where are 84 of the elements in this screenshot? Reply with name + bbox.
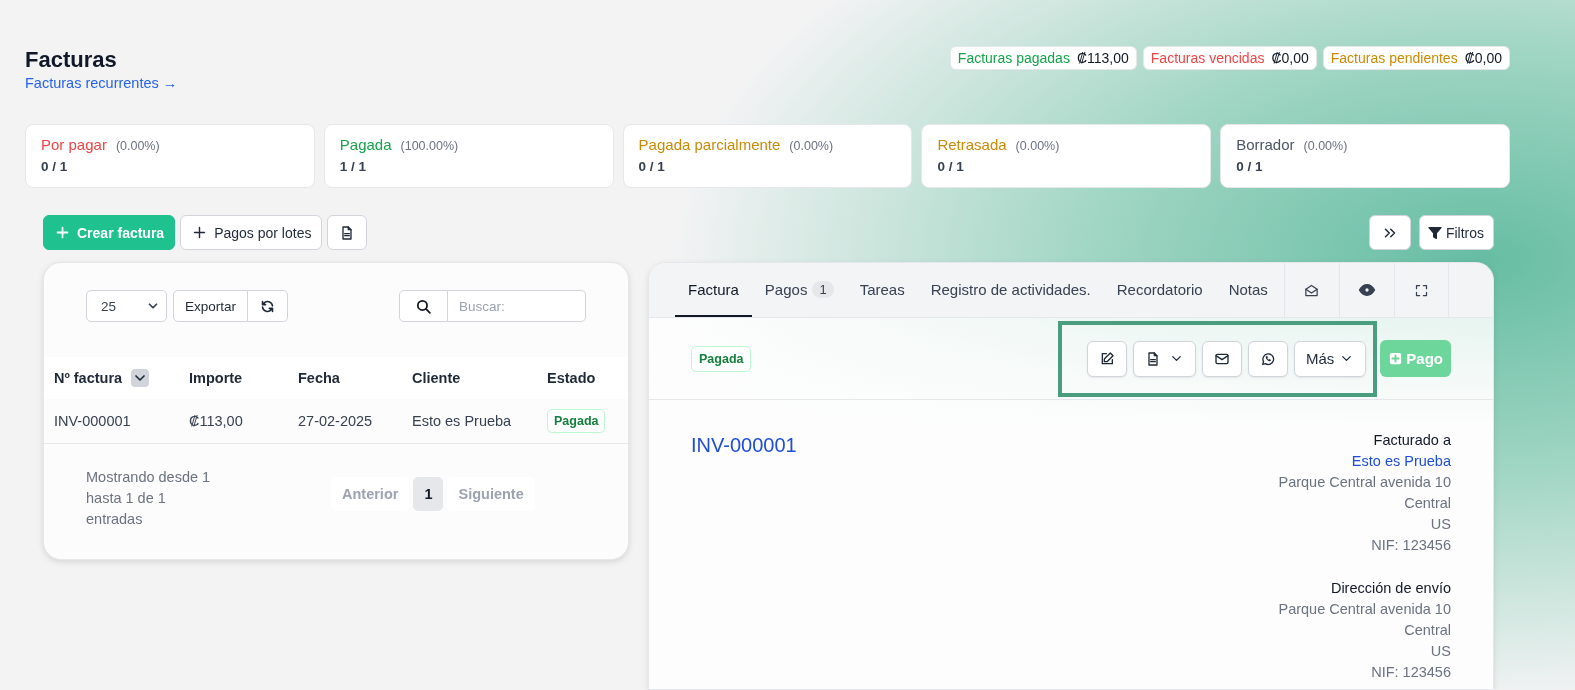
status-badge: Pagada bbox=[691, 345, 752, 372]
count-badge: 1 bbox=[812, 280, 834, 298]
summary-amount: ₡113,00 bbox=[1076, 50, 1129, 66]
page-size-select[interactable]: 25 bbox=[86, 290, 167, 322]
plus-icon bbox=[54, 224, 71, 241]
address-line: Parque Central avenida 10 bbox=[1278, 473, 1451, 492]
phone-bubble-icon bbox=[1259, 350, 1276, 367]
column-header: Cliente bbox=[412, 370, 461, 386]
batch-payments-button[interactable]: Pagos por lotes bbox=[180, 215, 323, 250]
tab[interactable]: Registro de actividades. bbox=[917, 263, 1104, 317]
invoice-number: INV-000001 bbox=[691, 434, 797, 458]
address-line: Parque Central avenida 10 bbox=[1278, 600, 1451, 619]
filter-icon bbox=[1426, 224, 1443, 241]
table-info: Mostrando desde 1 hasta 1 de 1 entradas bbox=[86, 467, 212, 529]
search-icon bbox=[415, 297, 432, 315]
address-line: Central bbox=[1404, 621, 1451, 640]
tab[interactable]: Factura bbox=[675, 263, 752, 317]
status-card[interactable]: Por pagar (0.00%) 0 / 1 bbox=[25, 124, 315, 188]
more-button[interactable]: Más bbox=[1293, 340, 1367, 377]
column-header: Importe bbox=[189, 370, 243, 386]
tab[interactable]: Recordatorio bbox=[1103, 263, 1216, 317]
fullscreen-icon bbox=[1413, 282, 1429, 298]
table-cell: 27-02-2025 bbox=[298, 412, 373, 429]
address-line: Central bbox=[1404, 494, 1451, 513]
status-count: 0 / 1 bbox=[41, 159, 69, 174]
whatsapp-button[interactable] bbox=[1247, 340, 1288, 377]
address-line: NIF: 123456 bbox=[1371, 663, 1451, 682]
status-percent: (0.00%) bbox=[1303, 139, 1348, 153]
refresh-icon bbox=[260, 298, 276, 314]
address-line: US bbox=[1430, 515, 1451, 534]
table-cell: ₡113,00 bbox=[189, 412, 243, 429]
status-label: Pagada bbox=[339, 136, 392, 153]
address-line: US bbox=[1430, 642, 1451, 661]
status-label: Borrador bbox=[1236, 136, 1295, 153]
summary-label: Facturas pendientes bbox=[1330, 50, 1458, 66]
status-percent: (100.00%) bbox=[400, 139, 459, 153]
pdf-menu-button[interactable] bbox=[1132, 340, 1196, 377]
expand-panel-button[interactable] bbox=[1368, 215, 1411, 250]
page-button[interactable]: 1 bbox=[413, 477, 444, 511]
summary-label: Facturas pagadas bbox=[957, 50, 1070, 66]
client-link[interactable]: Esto es Prueba bbox=[1351, 451, 1451, 472]
status-card[interactable]: Pagada (100.00%) 1 / 1 bbox=[323, 124, 614, 188]
status-percent: (0.00%) bbox=[115, 139, 160, 153]
eye-icon bbox=[1357, 281, 1376, 299]
tab[interactable]: Notas bbox=[1215, 263, 1281, 317]
status-percent: (0.00%) bbox=[789, 139, 834, 153]
status-label: Pagada parcialmente bbox=[638, 136, 781, 153]
status-label: Retrasada bbox=[937, 136, 1007, 153]
address-heading: Dirección de envío bbox=[1330, 579, 1451, 598]
address-line: NIF: 123456 bbox=[1371, 536, 1451, 555]
search-field[interactable]: Buscar: bbox=[448, 290, 586, 322]
column-header: Fecha bbox=[298, 370, 340, 386]
summary-amount: ₡0,00 bbox=[1464, 50, 1502, 66]
sort-button[interactable] bbox=[131, 369, 150, 387]
table-cell: INV-000001 bbox=[54, 412, 131, 429]
address-heading: Facturado a bbox=[1373, 431, 1451, 450]
column-header: Nº factura bbox=[54, 370, 123, 386]
export-button[interactable]: Exportar bbox=[173, 290, 249, 322]
envelope-open-icon bbox=[1304, 282, 1320, 298]
status-card[interactable]: Pagada parcialmente (0.00%) 0 / 1 bbox=[622, 124, 913, 188]
table-cell: Esto es Prueba bbox=[412, 412, 512, 429]
search-button[interactable] bbox=[399, 290, 448, 322]
summary-label: Facturas vencidas bbox=[1150, 50, 1265, 66]
filters-button[interactable]: Filtros bbox=[1418, 215, 1494, 250]
recurring-invoices-link[interactable]: Facturas recurrentes → bbox=[25, 75, 178, 91]
plus-square-icon bbox=[1388, 351, 1404, 366]
status-label: Por pagar bbox=[41, 136, 107, 153]
status-percent: (0.00%) bbox=[1015, 139, 1060, 153]
refresh-button[interactable] bbox=[248, 290, 289, 322]
tab[interactable]: Pagos 1 bbox=[751, 263, 847, 317]
email-button[interactable] bbox=[1201, 340, 1242, 377]
status-count: 1 / 1 bbox=[339, 159, 368, 174]
column-header: Estado bbox=[547, 370, 596, 386]
status-count: 0 / 1 bbox=[937, 159, 965, 174]
summary-amount: ₡0,00 bbox=[1271, 50, 1309, 66]
edit-button[interactable] bbox=[1086, 340, 1127, 377]
status-count: 0 / 1 bbox=[638, 159, 666, 174]
tab[interactable]: Tareas bbox=[846, 263, 918, 317]
page-title: Facturas bbox=[25, 46, 117, 74]
status-badge: Pagada bbox=[547, 408, 606, 433]
status-card[interactable]: Borrador (0.00%) 0 / 1 bbox=[1220, 124, 1510, 188]
pdf-button[interactable] bbox=[327, 215, 368, 250]
status-card[interactable]: Retrasada (0.00%) 0 / 1 bbox=[921, 124, 1212, 188]
status-count: 0 / 1 bbox=[1236, 159, 1264, 174]
